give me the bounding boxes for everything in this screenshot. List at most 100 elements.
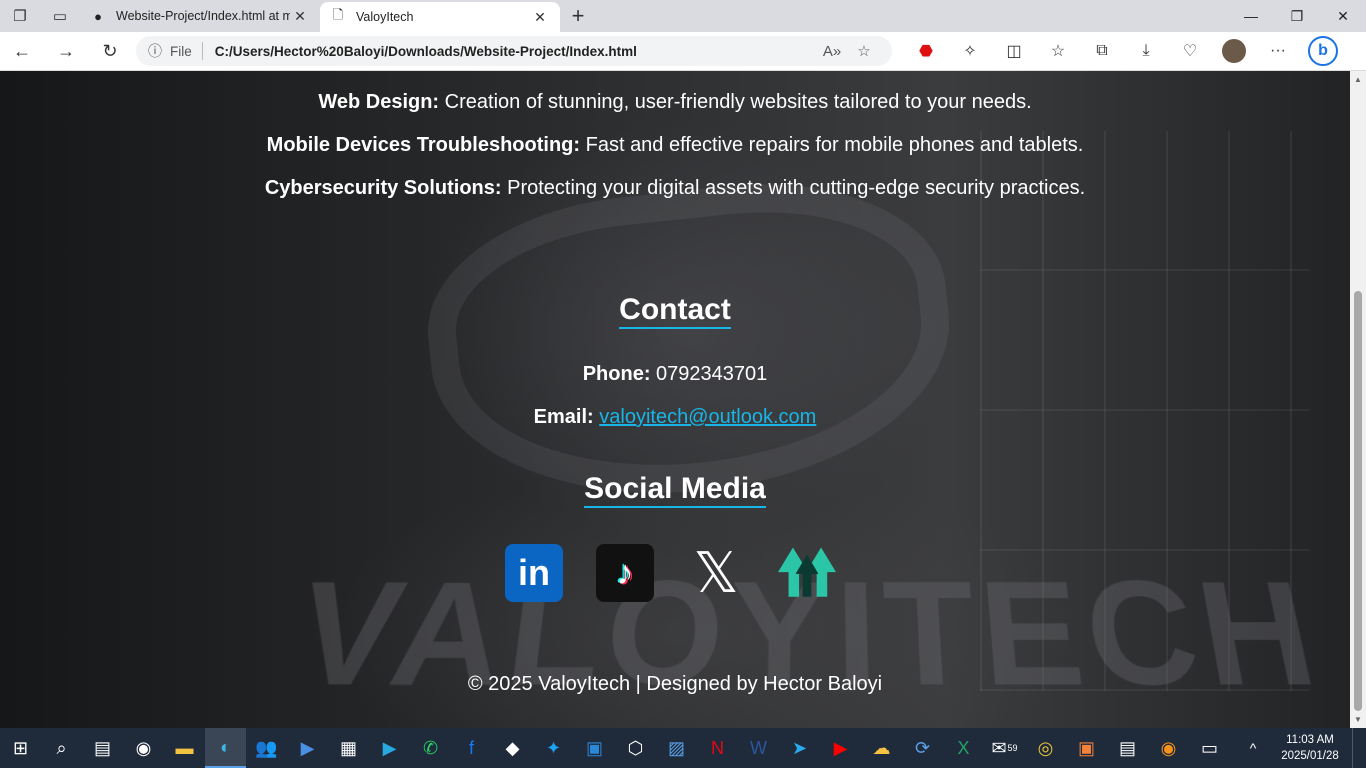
divider bbox=[201, 42, 203, 60]
forward-button[interactable]: → bbox=[44, 33, 88, 69]
mail-badge: 59 bbox=[1007, 743, 1018, 753]
email-link[interactable]: valoyitech@outlook.com bbox=[599, 406, 816, 428]
3d-viewer-icon[interactable]: ⬡ bbox=[615, 728, 656, 768]
avatar[interactable] bbox=[1222, 39, 1246, 63]
minimize-icon[interactable]: — bbox=[1228, 0, 1274, 32]
adblock-extension-icon[interactable]: ⬣ bbox=[904, 33, 948, 69]
url-field[interactable]: ⓘ File C:/Users/Hector%20Baloyi/Download… bbox=[136, 36, 892, 66]
chevron-up-icon[interactable]: ^ bbox=[1238, 740, 1268, 756]
facebook-icon[interactable]: f bbox=[451, 728, 492, 768]
app-icon[interactable]: ◆ bbox=[492, 728, 533, 768]
youtube-icon[interactable]: ▶ bbox=[820, 728, 861, 768]
tiktok-icon[interactable]: ♪ bbox=[596, 544, 654, 602]
netflix-icon[interactable]: N bbox=[697, 728, 738, 768]
social-heading-text: Social Media bbox=[584, 472, 766, 508]
tab-valoyitech[interactable]: 🗋 ValoyItech ✕ bbox=[320, 2, 560, 32]
refresh-button[interactable]: ↻ bbox=[88, 33, 132, 69]
excel-icon[interactable]: X bbox=[943, 728, 984, 768]
whatsapp-icon[interactable]: ✆ bbox=[410, 728, 451, 768]
movies-icon[interactable]: ▶ bbox=[287, 728, 328, 768]
tab-github[interactable]: ● Website-Project/Index.html at m ✕ bbox=[80, 0, 320, 32]
page-icon: 🗋 bbox=[332, 7, 344, 22]
linktree-icon[interactable] bbox=[778, 544, 836, 602]
photos-icon[interactable]: ▨ bbox=[656, 728, 697, 768]
performance-icon[interactable]: ♡ bbox=[1168, 33, 1212, 69]
remote-desktop-icon[interactable]: ▭ bbox=[1189, 728, 1230, 768]
more-menu-icon[interactable]: ··· bbox=[1256, 33, 1300, 69]
word-icon[interactable]: W bbox=[738, 728, 779, 768]
service-desc: Creation of stunning, user-friendly webs… bbox=[444, 91, 1032, 113]
favorites-icon[interactable]: ☆ bbox=[1036, 33, 1080, 69]
store-bag-icon[interactable]: ▤ bbox=[1107, 728, 1148, 768]
tab-label: ValoyItech bbox=[356, 10, 414, 24]
close-tab-icon[interactable]: ✕ bbox=[290, 8, 310, 25]
close-window-icon[interactable]: ✕ bbox=[1320, 0, 1366, 32]
store-icon[interactable]: ▣ bbox=[574, 728, 615, 768]
footer-text: © 2025 ValoyItech | Designed by Hector B… bbox=[467, 673, 883, 695]
page-viewport: VALOYITECH Web Design: Creation of stunn… bbox=[0, 71, 1350, 728]
page-scrollbar[interactable]: ▲ ▼ bbox=[1350, 71, 1366, 728]
service-title: Web Design: bbox=[318, 91, 440, 113]
windows-start-icon[interactable]: ⊞ bbox=[0, 728, 41, 768]
github-icon: ● bbox=[94, 8, 102, 24]
extensions-icon[interactable]: ✧ bbox=[948, 33, 992, 69]
sync-icon[interactable]: ⟳ bbox=[902, 728, 943, 768]
task-view-icon[interactable]: ▤ bbox=[82, 728, 123, 768]
new-tab-button[interactable]: + bbox=[560, 3, 596, 29]
email-line: Email: valoyitech@outlook.com bbox=[0, 406, 1350, 429]
scroll-down-icon[interactable]: ▼ bbox=[1354, 715, 1362, 724]
clock-time: 11:03 AM bbox=[1286, 734, 1334, 746]
contact-heading: Contact bbox=[0, 293, 1350, 329]
x-icon[interactable]: 𝕏 bbox=[687, 541, 745, 604]
app-orange-icon[interactable]: ▣ bbox=[1066, 728, 1107, 768]
scroll-up-icon[interactable]: ▲ bbox=[1354, 75, 1362, 84]
search-icon[interactable]: ⌕ bbox=[41, 728, 82, 768]
toolbar: ⬣ ✧ ◫ ☆ ⧉ ⤓ ♡ ··· b bbox=[904, 33, 1338, 69]
service-item: Mobile Devices Troubleshooting: Fast and… bbox=[0, 134, 1350, 157]
phone-number: 0792343701 bbox=[656, 363, 768, 385]
service-item: Cybersecurity Solutions: Protecting your… bbox=[0, 177, 1350, 200]
phone-line: Phone: 0792343701 bbox=[0, 363, 1350, 386]
taskbar: ⊞ ⌕ ▤ ◉ ▬ ◐ 👥 ▶ ▦ ▶ ✆ f ◆ ✦ ▣ ⬡ ▨ N W ➤ … bbox=[0, 728, 1366, 768]
scheme-label: File bbox=[170, 43, 192, 59]
teams-icon[interactable]: 👥 bbox=[246, 728, 287, 768]
app-orange2-icon[interactable]: ◉ bbox=[1148, 728, 1189, 768]
chrome-icon[interactable]: ◎ bbox=[1025, 728, 1066, 768]
weather-icon[interactable]: ☁ bbox=[861, 728, 902, 768]
workspaces-icon[interactable]: ❐ bbox=[0, 0, 40, 32]
scrollbar-thumb[interactable] bbox=[1354, 291, 1362, 711]
clock-date: 2025/01/28 bbox=[1281, 750, 1339, 762]
clock[interactable]: 11:03 AM 2025/01/28 bbox=[1268, 732, 1352, 764]
media-app-icon[interactable]: ◉ bbox=[123, 728, 164, 768]
back-button[interactable]: ← bbox=[0, 33, 44, 69]
address-bar: ← → ↻ ⓘ File C:/Users/Hector%20Baloyi/Do… bbox=[0, 32, 1366, 71]
url-text[interactable]: C:/Users/Hector%20Baloyi/Downloads/Websi… bbox=[215, 44, 816, 59]
service-desc: Protecting your digital assets with cutt… bbox=[507, 177, 1086, 199]
info-icon[interactable]: ⓘ bbox=[148, 41, 162, 61]
show-desktop-button[interactable] bbox=[1352, 728, 1366, 768]
telegram-icon[interactable]: ➤ bbox=[779, 728, 820, 768]
system-tray: ^ 11:03 AM 2025/01/28 bbox=[1238, 728, 1366, 768]
restore-icon[interactable]: ❐ bbox=[1274, 0, 1320, 32]
linkedin-icon[interactable]: in bbox=[505, 544, 563, 602]
phone-label: Phone: bbox=[582, 363, 651, 385]
email-label: Email: bbox=[533, 406, 594, 428]
service-desc: Fast and effective repairs for mobile ph… bbox=[585, 134, 1084, 156]
background-logo bbox=[415, 164, 965, 518]
edge-icon[interactable]: ◐ bbox=[205, 728, 246, 768]
calendar-icon[interactable]: ▦ bbox=[328, 728, 369, 768]
tab-actions-icon[interactable]: ▭ bbox=[40, 0, 80, 32]
mail-icon[interactable]: ✉ 59 bbox=[984, 728, 1025, 768]
service-item: Web Design: Creation of stunning, user-f… bbox=[0, 91, 1350, 114]
close-tab-icon[interactable]: ✕ bbox=[530, 9, 550, 26]
file-explorer-icon[interactable]: ▬ bbox=[164, 728, 205, 768]
downloads-icon[interactable]: ⤓ bbox=[1124, 33, 1168, 69]
contact-heading-text: Contact bbox=[619, 293, 731, 329]
favorite-star-icon[interactable]: ☆ bbox=[848, 42, 880, 60]
split-screen-icon[interactable]: ◫ bbox=[992, 33, 1036, 69]
collections-icon[interactable]: ⧉ bbox=[1080, 33, 1124, 69]
play-store-icon[interactable]: ▶ bbox=[369, 728, 410, 768]
read-aloud-icon[interactable]: A» bbox=[816, 43, 848, 60]
twitter-icon[interactable]: ✦ bbox=[533, 728, 574, 768]
copilot-icon[interactable]: b bbox=[1308, 36, 1338, 66]
